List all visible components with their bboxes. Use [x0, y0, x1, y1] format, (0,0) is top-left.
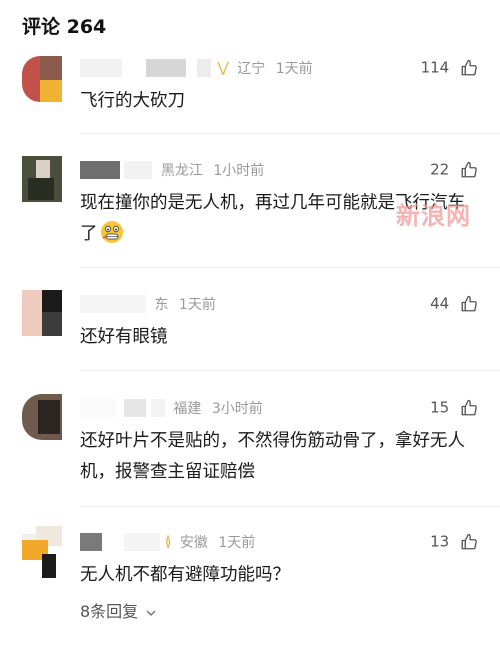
avatar[interactable] [22, 56, 62, 102]
comment-text: 飞行的大砍刀 [80, 91, 185, 111]
comment-meta: 黑龙江 1小时前 [80, 160, 264, 182]
like-button[interactable]: 15 [430, 398, 478, 417]
comment-text: 还好有眼镜 [80, 327, 168, 347]
like-button[interactable]: 114 [421, 58, 478, 77]
like-button[interactable]: 13 [430, 532, 478, 551]
divider [80, 370, 500, 371]
username-redacted [124, 533, 161, 551]
like-count: 44 [430, 294, 450, 313]
comments-header: 评论 264 [22, 16, 107, 38]
like-count: 13 [430, 532, 450, 551]
avatar[interactable] [22, 156, 62, 202]
thumbs-up-icon [461, 59, 477, 75]
thumbs-up-icon [461, 399, 477, 415]
avatar[interactable] [22, 394, 62, 440]
like-count: 114 [420, 58, 450, 77]
comment-time: 1天前 [178, 297, 216, 313]
like-count: 15 [430, 398, 450, 417]
like-count: 22 [430, 160, 450, 179]
comment-meta: 福建 3小时前 [80, 398, 263, 420]
username-redacted [196, 59, 211, 77]
comment-time: 1天前 [275, 61, 313, 77]
username-redacted[interactable] [80, 295, 146, 313]
watermark-logo: 新浪网 [396, 202, 471, 230]
comment-time: 1小时前 [213, 163, 265, 179]
comment-text: 还好叶片不是贴的，不然得伤筋动骨了，拿好无人机，报警查主留证赔偿 [80, 431, 465, 482]
username-redacted[interactable] [80, 533, 102, 551]
username-redacted [146, 59, 187, 77]
username-redacted [124, 161, 153, 179]
divider [80, 267, 500, 268]
username-redacted[interactable] [80, 161, 120, 179]
comment-time: 1天前 [218, 535, 256, 551]
grimace-emoji [100, 221, 123, 243]
thumbs-up-icon [461, 533, 477, 549]
username-redacted[interactable] [80, 399, 116, 417]
username-redacted [124, 399, 147, 417]
comment-meta: ⋁ 辽宁 1天前 [80, 58, 313, 80]
thumbs-up-icon [461, 161, 477, 177]
avatar[interactable] [22, 526, 62, 578]
like-button[interactable]: 44 [430, 294, 478, 313]
comment-meta: ≬ 安徽 1天前 [80, 532, 255, 554]
comment-time: 3小时前 [211, 401, 263, 417]
comment-location: 福建 [173, 401, 202, 417]
divider [80, 133, 500, 134]
like-button[interactable]: 22 [430, 160, 478, 179]
comment-location: 东 [154, 297, 169, 313]
replies-count: 8条回复 [80, 602, 139, 621]
chevron-down-icon [146, 609, 156, 616]
comment-meta: 东 1天前 [80, 294, 216, 316]
thumbs-up-icon [461, 295, 477, 311]
comment-location: 黑龙江 [160, 163, 203, 179]
view-replies-button[interactable]: 8条回复 [80, 598, 157, 622]
username-redacted[interactable] [80, 59, 122, 77]
divider [80, 506, 500, 507]
comment-text: 无人机不都有避障功能吗？ [80, 565, 290, 585]
avatar[interactable] [22, 290, 62, 336]
comment-location: 安徽 [179, 535, 208, 551]
username-redacted [150, 399, 165, 417]
comment-location: 辽宁 [237, 61, 266, 77]
v-badge-icon: ⋁ [217, 60, 229, 76]
v-badge-icon: ≬ [164, 534, 172, 550]
